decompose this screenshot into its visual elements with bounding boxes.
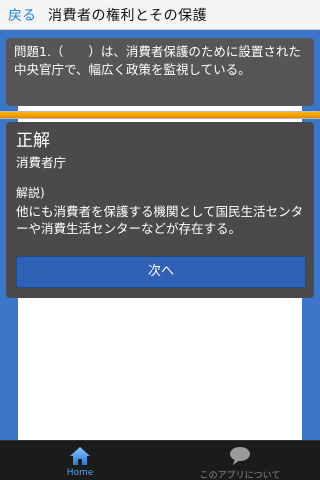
- question-text: 問題1.（ ）は、消費者保護のために設置された中央官庁で、幅広く政策を監視してい…: [14, 44, 301, 77]
- progress-fill: [0, 112, 320, 118]
- home-icon: [69, 446, 91, 466]
- progress-bar: [0, 111, 320, 119]
- next-button[interactable]: 次へ: [16, 256, 306, 288]
- content-area: 問題1.（ ）は、消費者保護のために設置された中央官庁で、幅広く政策を監視してい…: [0, 30, 320, 440]
- bottom-tab-bar: Home このアプリについて: [0, 440, 320, 480]
- question-card: 問題1.（ ）は、消費者保護のために設置された中央官庁で、幅広く政策を監視してい…: [6, 38, 314, 106]
- tab-home[interactable]: Home: [40, 441, 120, 480]
- result-label: 正解: [16, 131, 50, 151]
- speech-bubble-icon: [229, 446, 251, 466]
- tab-home-label: Home: [66, 468, 94, 478]
- answer-text: 消費者庁: [16, 155, 67, 170]
- back-button[interactable]: 戻る: [8, 5, 36, 25]
- explanation-text: 他にも消費者を保護する機関として国民生活センターや消費生活センターなどが存在する…: [16, 204, 304, 236]
- page-title: 消費者の権利とその保護: [48, 8, 208, 24]
- explanation-label: 解説): [16, 186, 45, 200]
- answer-card: 正解 消費者庁 解説) 他にも消費者を保護する機関として国民生活センターや消費生…: [6, 122, 314, 298]
- tab-about-label: このアプリについて: [199, 471, 281, 480]
- top-bar: 戻る 消費者の権利とその保護: [0, 0, 320, 30]
- tab-about[interactable]: このアプリについて: [180, 441, 300, 480]
